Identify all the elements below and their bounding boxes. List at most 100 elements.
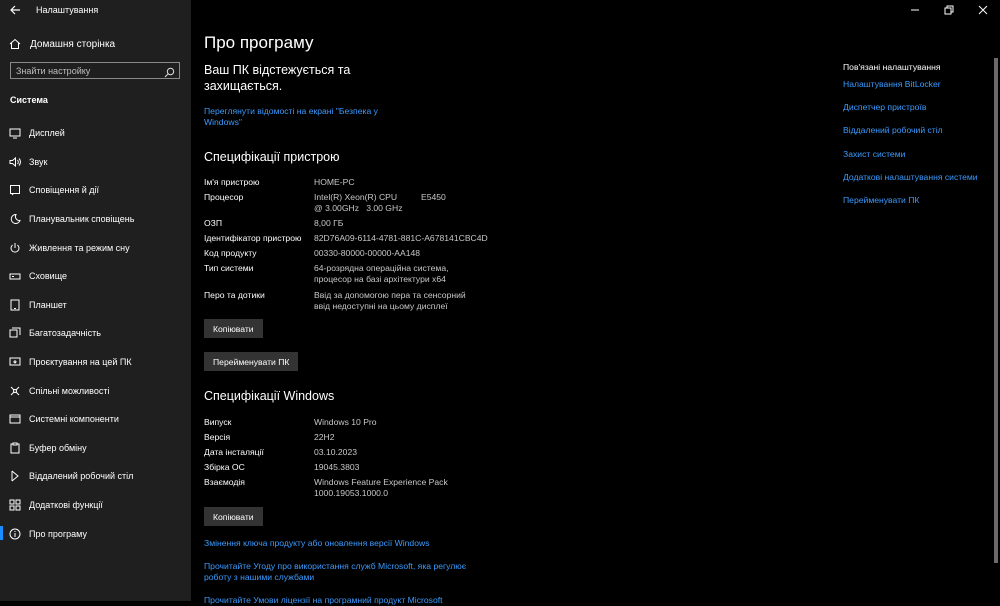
spec-key: ОЗП: [204, 218, 223, 228]
sidebar-item-label: Сповіщення й дії: [29, 185, 100, 196]
sidebar-item-notifications[interactable]: Сповіщення й дії: [0, 176, 191, 205]
related-link-bitlocker[interactable]: Налаштування BitLocker: [843, 78, 993, 101]
spec-value: 64-розрядна операційна система, процесор…: [314, 263, 449, 284]
spec-value: 22H2: [314, 432, 335, 442]
spec-value: Windows 10 Pro: [314, 417, 377, 427]
sidebar-item-clipboard[interactable]: Буфер обміну: [0, 434, 191, 463]
sidebar-item-multitasking[interactable]: Багатозадачність: [0, 319, 191, 348]
spec-key: Взаємодія: [204, 477, 245, 487]
main-content: Про програму Ваш ПК відстежується та зах…: [191, 0, 1000, 605]
display-icon: [9, 127, 21, 139]
close-button[interactable]: [966, 0, 1000, 20]
sidebar-item-label: Про програму: [29, 528, 87, 539]
related-link-remote-desktop[interactable]: Віддалений робочий стіл: [843, 124, 993, 147]
sidebar-item-label: Планшет: [29, 299, 67, 310]
system-components-icon: [9, 413, 21, 425]
spec-key: Ім'я пристрою: [204, 177, 260, 187]
security-link[interactable]: Переглянути відомості на екрані "Безпека…: [204, 106, 394, 128]
spec-value: 03.10.2023: [314, 447, 358, 457]
related-link-advanced-system-settings[interactable]: Додаткові налаштування системи: [843, 171, 993, 194]
services-agreement-link[interactable]: Прочитайте Угоду про використання служб …: [204, 561, 474, 583]
sidebar-item-focus-assist[interactable]: Планувальник сповіщень: [0, 205, 191, 234]
spec-key: Процесор: [204, 192, 244, 202]
nav-list: Дисплей Звук Сповіщення й дії Планувальн…: [0, 119, 191, 548]
related-link-system-protection[interactable]: Захист системи: [843, 148, 993, 171]
sidebar-item-label: Проєктування на цей ПК: [29, 357, 132, 368]
sidebar-item-shared-experiences[interactable]: Спільні можливості: [0, 376, 191, 405]
related-settings-title: Пов'язані налаштування: [843, 62, 941, 72]
sidebar-item-system-components[interactable]: Системні компоненти: [0, 405, 191, 434]
sidebar-item-optional-features[interactable]: Додаткові функції: [0, 491, 191, 520]
sidebar-item-display[interactable]: Дисплей: [0, 119, 191, 148]
multitasking-icon: [9, 327, 21, 339]
sidebar-item-projecting[interactable]: Проєктування на цей ПК: [0, 348, 191, 377]
close-icon: [978, 5, 988, 15]
change-product-key-link[interactable]: Змінення ключа продукту або оновлення ве…: [204, 538, 474, 549]
section-title: Система: [10, 95, 48, 105]
window-title: Налаштування: [36, 5, 99, 15]
sidebar-item-label: Живлення та режим сну: [29, 242, 130, 253]
spec-value: 82D76A09-6114-4781-881C-A678141CBC4D: [314, 233, 488, 243]
related-link-device-manager[interactable]: Диспетчер пристроїв: [843, 101, 993, 124]
home-icon: [8, 37, 22, 51]
sidebar-item-sound[interactable]: Звук: [0, 148, 191, 177]
rename-pc-button[interactable]: Перейменувати ПК: [204, 352, 299, 371]
sidebar-item-storage[interactable]: Сховище: [0, 262, 191, 291]
sidebar-item-label: Спільні можливості: [29, 385, 110, 396]
spec-key: Ідентифікатор пристрою: [204, 233, 302, 243]
minimize-button[interactable]: [898, 0, 932, 20]
home-link[interactable]: Домашня сторінка: [8, 37, 188, 51]
minimize-icon: [911, 9, 919, 11]
restore-icon: [944, 5, 954, 15]
restore-button[interactable]: [932, 0, 966, 20]
protection-status: Ваш ПК відстежується та захищається.: [204, 63, 351, 93]
sidebar-item-label: Планувальник сповіщень: [29, 214, 135, 225]
spec-value: 19045.3803: [314, 462, 360, 472]
spec-key: Тип системи: [204, 263, 254, 273]
window-controls: [898, 0, 1000, 20]
scrollbar[interactable]: [994, 58, 998, 563]
spec-value: Windows Feature Experience Pack 1000.190…: [314, 477, 448, 498]
sidebar-item-label: Багатозадачність: [29, 328, 101, 339]
sidebar-item-label: Сховище: [29, 271, 68, 282]
sidebar-item-power[interactable]: Живлення та режим сну: [0, 233, 191, 262]
copy-device-specs-button[interactable]: Копіювати: [204, 319, 263, 338]
titlebar-left: Налаштування: [0, 0, 191, 22]
home-link-label: Домашня сторінка: [30, 38, 116, 50]
spec-value: Ввід за допомогою пера та сенсорний ввід…: [314, 290, 466, 311]
search-icon[interactable]: [164, 65, 175, 78]
related-settings: Пов'язані налаштування Налаштування BitL…: [843, 62, 993, 217]
windows-specs-heading: Специфікації Windows: [204, 389, 335, 403]
spec-key: Збірка ОС: [204, 462, 245, 472]
focus-assist-icon: [9, 213, 21, 225]
sidebar-item-label: Системні компоненти: [29, 414, 119, 425]
storage-icon: [9, 270, 21, 282]
sidebar-item-label: Дисплей: [29, 128, 65, 139]
page-title: Про програму: [204, 33, 314, 52]
tablet-icon: [9, 299, 21, 311]
search-input[interactable]: [16, 64, 156, 77]
sidebar-item-label: Віддалений робочий стіл: [29, 471, 134, 482]
sidebar-item-about[interactable]: Про програму: [0, 519, 191, 548]
sidebar-item-label: Звук: [29, 156, 48, 167]
copy-windows-specs-button[interactable]: Копіювати: [204, 507, 263, 526]
sidebar-item-label: Буфер обміну: [29, 442, 87, 453]
sound-icon: [9, 156, 21, 168]
sidebar: Налаштування Домашня сторінка Система Ди…: [0, 0, 191, 601]
search-box[interactable]: [10, 62, 180, 79]
spec-key: Випуск: [204, 417, 232, 427]
spec-value: HOME-PC: [314, 177, 355, 187]
about-icon: [9, 528, 21, 540]
related-link-rename-pc[interactable]: Перейменувати ПК: [843, 194, 993, 217]
notifications-icon: [9, 184, 21, 196]
power-icon: [9, 242, 21, 254]
back-button[interactable]: [8, 4, 22, 18]
spec-key: Версія: [204, 432, 231, 442]
sidebar-item-label: Додаткові функції: [29, 500, 103, 511]
spec-key: Код продукту: [204, 248, 257, 258]
optional-features-icon: [9, 499, 21, 511]
spec-key: Дата інсталяції: [204, 447, 264, 457]
clipboard-icon: [9, 442, 21, 454]
sidebar-item-tablet[interactable]: Планшет: [0, 291, 191, 320]
sidebar-item-remote-desktop[interactable]: Віддалений робочий стіл: [0, 462, 191, 491]
